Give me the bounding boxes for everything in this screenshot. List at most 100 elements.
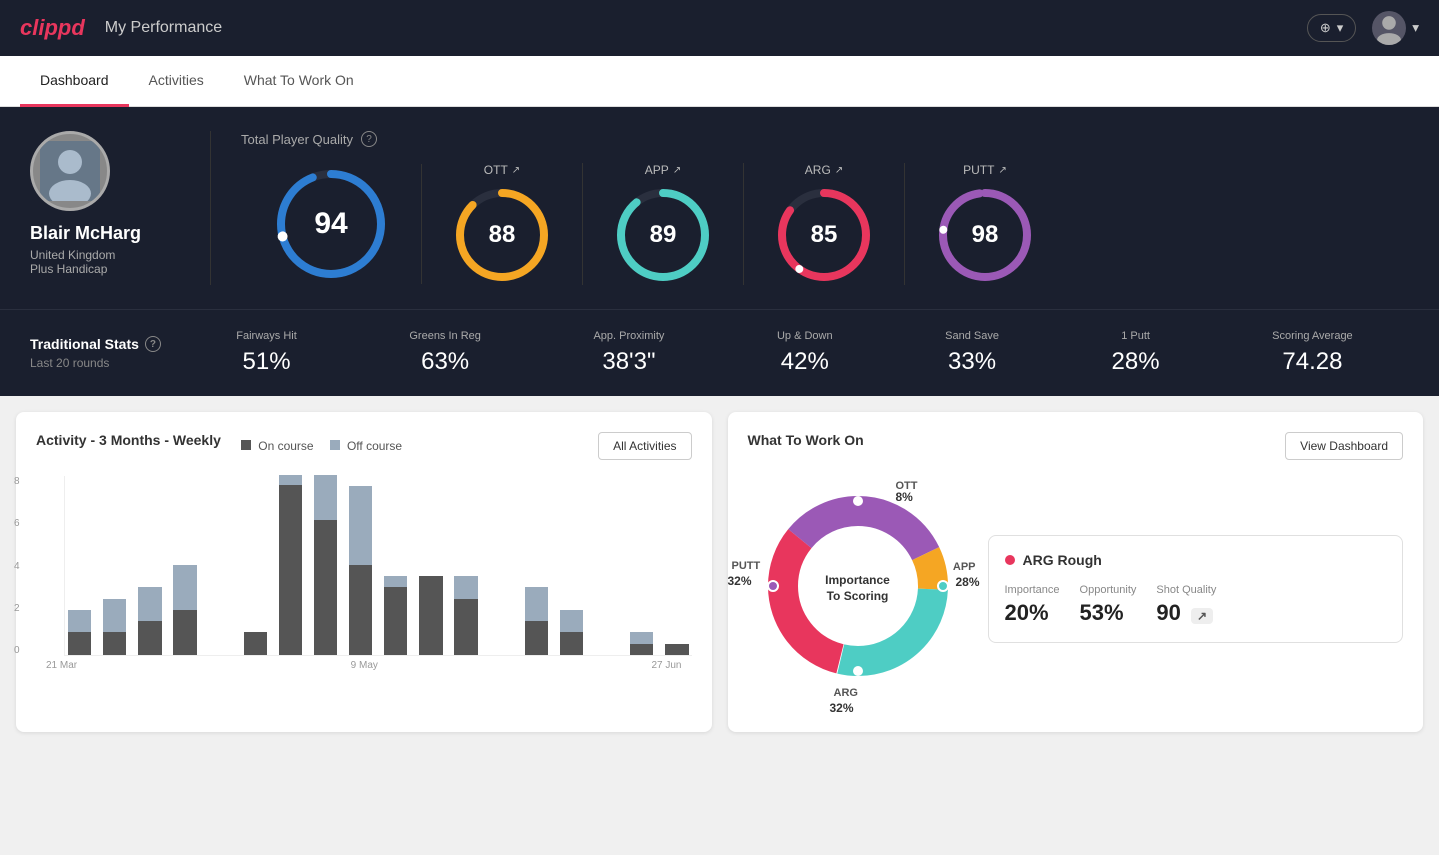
stat-item: 1 Putt 28%	[1112, 330, 1160, 376]
legend-on-course: On course	[241, 439, 314, 453]
bar-stack	[100, 475, 129, 655]
all-activities-button[interactable]: All Activities	[598, 432, 691, 460]
bar-stack	[311, 475, 340, 655]
putt-label: PUTT ↗	[963, 163, 1007, 177]
activity-panel-header: Activity - 3 Months - Weekly On course O…	[36, 432, 692, 460]
detail-dot	[1005, 555, 1015, 565]
bar-stack	[522, 475, 551, 655]
arg-value: 85	[811, 221, 838, 249]
on-course-bar	[279, 485, 302, 655]
header: clippd My Performance ⊕ ▾ ▾	[0, 0, 1439, 56]
score-putt: PUTT ↗ 98	[905, 163, 1065, 285]
trad-sub: Last 20 rounds	[30, 356, 180, 370]
trad-label: Traditional Stats ?	[30, 336, 180, 352]
wtwo-panel: What To Work On View Dashboard	[728, 412, 1424, 732]
ott-segment-value: 8%	[896, 490, 913, 504]
donut-wrapper: ImportanceTo Scoring OTT 8% APP 28% ARG …	[748, 476, 968, 701]
stat-value: 42%	[777, 348, 833, 376]
bar-group	[627, 475, 656, 655]
arg-segment-label: ARG	[834, 687, 858, 699]
tpq-help-icon[interactable]: ?	[361, 131, 377, 147]
player-name: Blair McHarg	[30, 223, 141, 244]
stat-name: App. Proximity	[593, 330, 664, 342]
tab-activities[interactable]: Activities	[129, 56, 224, 107]
off-course-bar	[560, 610, 583, 632]
bar-stack	[170, 475, 199, 655]
shot-quality-badge: ↗	[1191, 608, 1213, 624]
hero-section: Blair McHarg United Kingdom Plus Handica…	[0, 107, 1439, 309]
on-course-bar	[630, 644, 653, 655]
ott-circle: 88	[452, 185, 552, 285]
off-course-bar	[279, 475, 302, 485]
activity-title: Activity - 3 Months - Weekly	[36, 432, 221, 448]
stat-value: 28%	[1112, 348, 1160, 376]
stat-value: 51%	[236, 348, 297, 376]
trad-help-icon[interactable]: ?	[145, 336, 161, 352]
player-country: United Kingdom	[30, 248, 115, 262]
on-course-bar	[665, 644, 688, 655]
on-course-bar	[560, 632, 583, 655]
bottom-panels: Activity - 3 Months - Weekly On course O…	[0, 396, 1439, 748]
putt-segment-value: 32%	[728, 574, 752, 588]
add-chevron: ▾	[1337, 20, 1344, 36]
app-value: 89	[650, 221, 677, 249]
ott-arrow: ↗	[512, 165, 520, 176]
bar-stack	[627, 475, 656, 655]
chart-legend: On course Off course	[241, 439, 402, 453]
tab-dashboard[interactable]: Dashboard	[20, 56, 129, 107]
stat-item: Greens In Reg63%	[409, 330, 481, 376]
on-course-bar	[103, 632, 126, 655]
bar-stack	[662, 475, 691, 655]
bar-group	[311, 475, 340, 655]
arg-label: ARG ↗	[805, 163, 843, 177]
putt-circle: 98	[935, 185, 1035, 285]
off-course-bar	[103, 599, 126, 632]
tab-what-to-work-on[interactable]: What To Work On	[224, 56, 374, 107]
ott-label: OTT ↗	[484, 163, 520, 177]
stat-name: Up & Down	[777, 330, 833, 342]
chart-bars	[64, 476, 692, 656]
app-arrow: ↗	[673, 165, 681, 176]
header-title: My Performance	[105, 19, 222, 37]
trad-label-area: Traditional Stats ? Last 20 rounds	[30, 336, 180, 370]
bar-group	[206, 475, 235, 655]
avatar-button[interactable]: ▾	[1372, 11, 1419, 45]
app-label: APP ↗	[645, 163, 681, 177]
on-course-bar	[244, 632, 267, 655]
app-circle: 89	[613, 185, 713, 285]
avatar-icon	[1372, 11, 1406, 45]
bar-stack	[346, 475, 375, 655]
add-button[interactable]: ⊕ ▾	[1307, 14, 1356, 42]
on-course-bar	[419, 576, 442, 655]
stat-name: 1 Putt	[1112, 330, 1160, 342]
on-course-bar	[314, 520, 337, 655]
on-course-bar	[384, 587, 407, 655]
bar-stack	[381, 475, 410, 655]
header-right: ⊕ ▾ ▾	[1307, 11, 1419, 45]
view-dashboard-button[interactable]: View Dashboard	[1285, 432, 1403, 460]
legend-off-course: Off course	[330, 439, 402, 453]
bar-stack	[65, 475, 94, 655]
tpq-title: Total Player Quality	[241, 132, 353, 147]
activity-panel: Activity - 3 Months - Weekly On course O…	[16, 412, 712, 732]
bar-group	[592, 475, 621, 655]
wtwo-header: What To Work On View Dashboard	[748, 432, 1404, 460]
bar-stack	[206, 475, 235, 655]
off-course-bar	[173, 565, 196, 610]
arg-arrow: ↗	[835, 165, 843, 176]
bar-stack	[241, 475, 270, 655]
bar-group	[487, 475, 516, 655]
bar-stack	[592, 475, 621, 655]
player-handicap: Plus Handicap	[30, 262, 107, 276]
activity-header-left: Activity - 3 Months - Weekly On course O…	[36, 432, 402, 460]
bar-group	[381, 475, 410, 655]
stat-value: 38'3"	[593, 348, 664, 376]
bar-group	[65, 475, 94, 655]
stat-name: Greens In Reg	[409, 330, 481, 342]
avatar	[1372, 11, 1406, 45]
stat-item: Scoring Average74.28	[1272, 330, 1353, 376]
bar-stack	[487, 475, 516, 655]
chart-wrapper: 8 6 4 2 0	[36, 476, 692, 656]
trad-stats-section: Traditional Stats ? Last 20 rounds Fairw…	[0, 309, 1439, 396]
player-avatar-image	[40, 141, 100, 201]
